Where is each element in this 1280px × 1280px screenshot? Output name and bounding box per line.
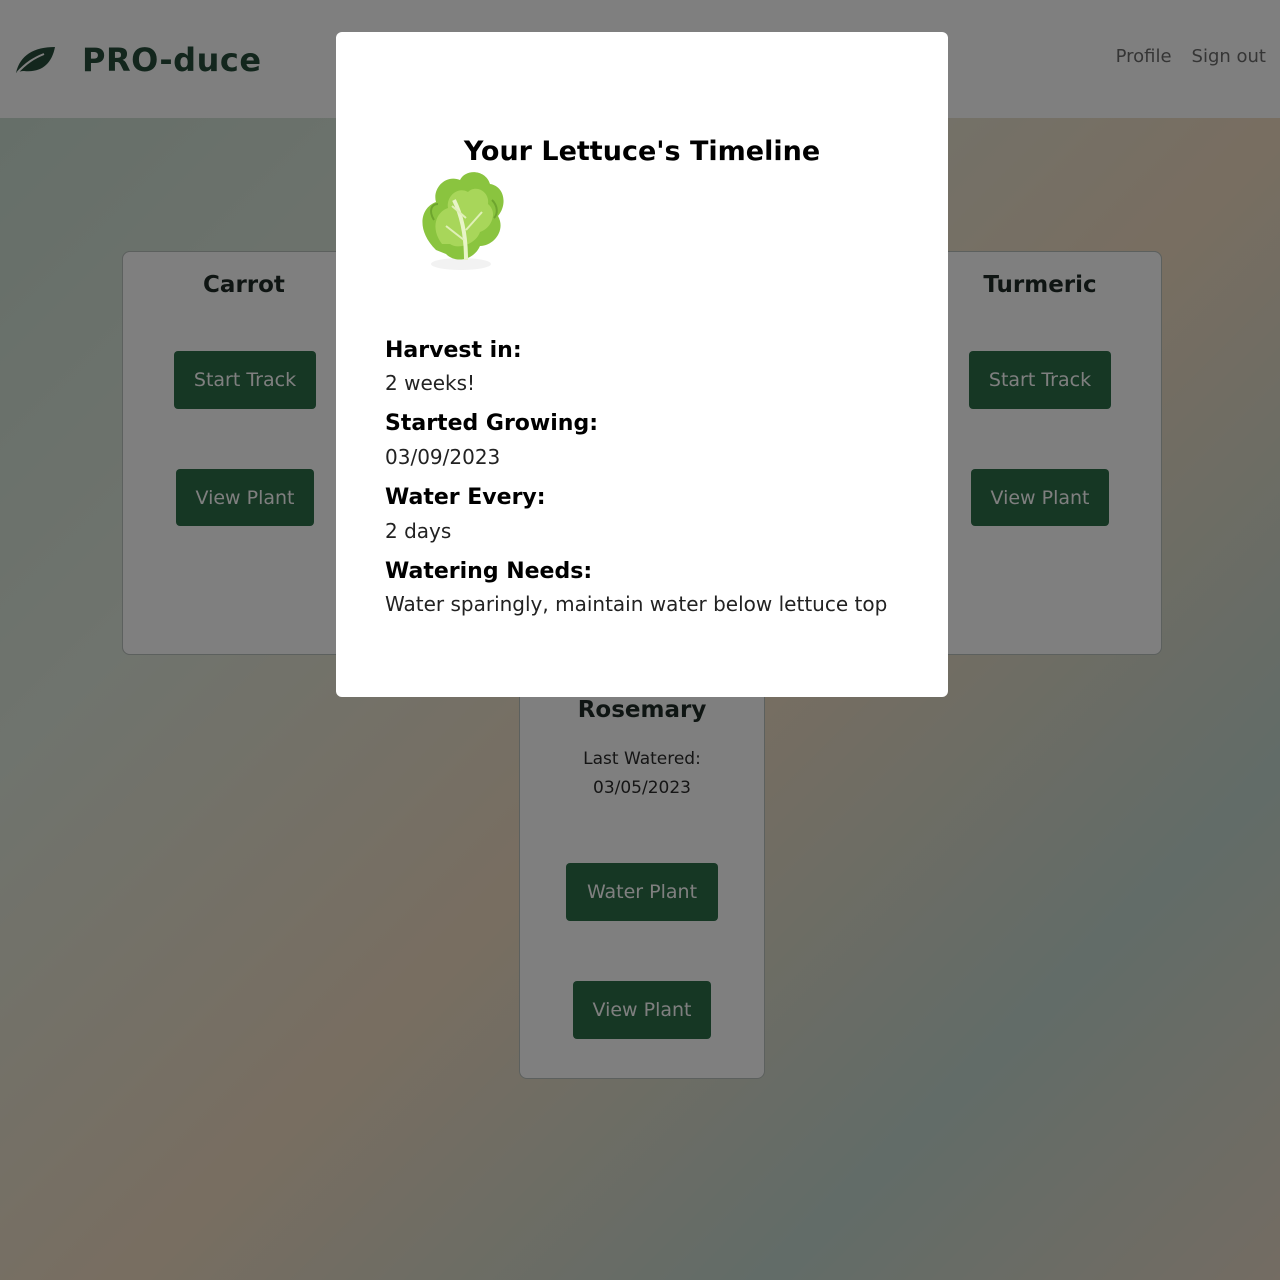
watering-needs-label: Watering Needs: — [385, 559, 593, 584]
lettuce-timeline-modal: Your Lettuce's Timeline Harvest in: 2 we… — [336, 32, 948, 697]
water-every-label: Water Every: — [385, 485, 546, 510]
watering-needs-value: Water sparingly, maintain water below le… — [385, 592, 888, 616]
started-growing-value: 03/09/2023 — [385, 445, 501, 469]
started-growing-label: Started Growing: — [385, 411, 598, 436]
harvest-value: 2 weeks! — [385, 371, 476, 395]
lettuce-image — [422, 172, 504, 270]
water-every-value: 2 days — [385, 519, 452, 543]
harvest-label: Harvest in: — [385, 338, 522, 363]
